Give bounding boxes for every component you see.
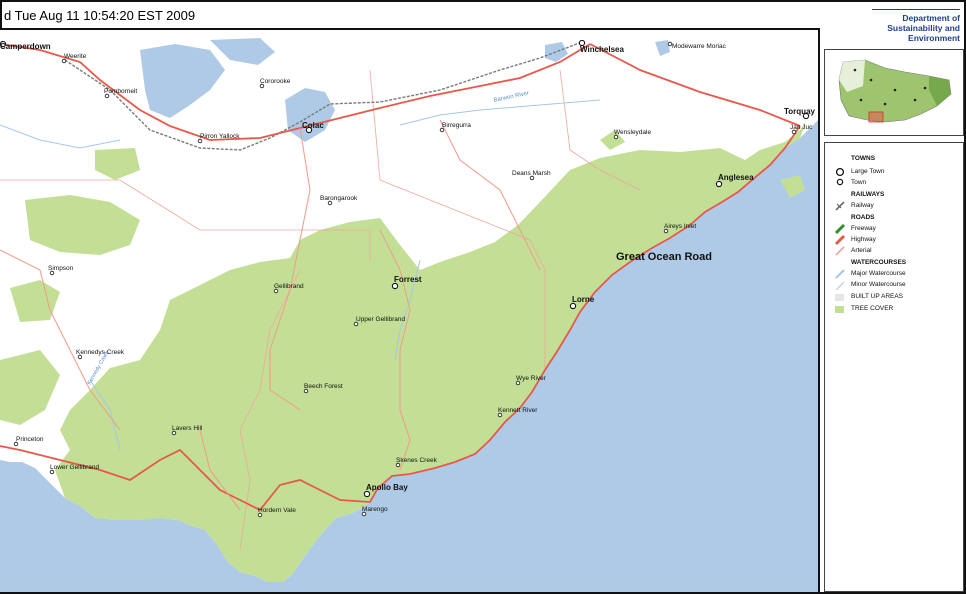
town-label-aireys-inlet: Aireys Inlet	[664, 223, 696, 230]
locator-inset-map	[824, 49, 964, 136]
legend-tree-cover-swatch	[835, 306, 844, 313]
map-canvas[interactable]: Camperdown Weerite Winchelsea Modewarre …	[0, 30, 818, 592]
town-label-forrest: Forrest	[394, 275, 422, 284]
town-label-colac: Colac	[302, 121, 324, 130]
logo-line-2: Sustainability and	[887, 23, 960, 33]
legend-town: Town	[851, 179, 867, 186]
town-label-cororooke: Cororooke	[260, 78, 291, 85]
legend-major-watercourse: Major Watercourse	[851, 270, 906, 277]
map-panel[interactable]: Camperdown Weerite Winchelsea Modewarre …	[0, 28, 820, 592]
town-label-hordern-vale: Hordern Vale	[258, 507, 296, 514]
legend-built-up-swatch	[835, 294, 844, 301]
town-label-princeton: Princeton	[16, 436, 44, 443]
legend-roads-heading: ROADS	[851, 214, 875, 221]
town-label-pomborneit: Pomborneit	[104, 88, 137, 95]
legend-towns-heading: TOWNS	[851, 155, 876, 162]
town-label-lower-gellibrand: Lower Gellibrand	[50, 464, 100, 471]
legend-arterial: Arterial	[851, 247, 872, 254]
barwon-river-label: Barwon River	[493, 91, 529, 104]
legend-railway-icon	[835, 201, 845, 211]
town-label-torquay: Torquay	[784, 107, 816, 116]
legend-tree-cover: TREE COVER	[851, 305, 894, 312]
town-label-jan-juc: Jan Juc	[790, 124, 813, 131]
town-label-skenes-creek: Skenes Creek	[396, 457, 438, 464]
town-label-weerite: Weerite	[64, 53, 87, 60]
town-marker-lorne	[569, 302, 577, 310]
town-label-lavers-hill: Lavers Hill	[172, 425, 203, 432]
town-label-camperdown: Camperdown	[0, 42, 51, 51]
town-label-pirron-yallock: Pirron Yallock	[200, 133, 240, 140]
department-logo: Department of Sustainability and Environ…	[872, 9, 960, 43]
town-marker-apollo-bay	[363, 490, 371, 498]
frame-top	[0, 0, 966, 2]
map-legend: TOWNS Large Town Town RAILWAYS Railway R…	[824, 142, 964, 592]
town-label-barongarook: Barongarook	[320, 195, 358, 202]
town-label-marengo: Marengo	[362, 506, 388, 513]
town-label-wensleydale: Wensleydale	[614, 129, 651, 136]
town-marker-forrest	[391, 282, 399, 290]
town-label-kennedys-creek: Kennedys Creek	[76, 349, 125, 356]
town-label-simpson: Simpson	[48, 265, 74, 272]
legend-large-town: Large Town	[851, 168, 885, 175]
logo-line-3: Environment	[908, 33, 960, 43]
logo-line-1: Department of	[902, 13, 960, 23]
legend-town-icons	[835, 167, 845, 186]
town-label-anglesea: Anglesea	[718, 173, 754, 182]
town-label-winchelsea: Winchelsea	[580, 45, 624, 54]
legend-watercourse-icons	[835, 269, 845, 291]
victoria-locator-map	[825, 50, 963, 135]
town-label-deans-marsh: Deans Marsh	[512, 170, 551, 177]
highway-surfcoast	[589, 43, 801, 127]
legend-railways-heading: RAILWAYS	[851, 191, 885, 198]
legend-railway: Railway	[851, 202, 874, 209]
print-timestamp: d Tue Aug 11 10:54:20 EST 2009	[4, 8, 196, 23]
town-label-birregurra: Birregurra	[442, 122, 471, 129]
town-label-kennett-river: Kennett River	[498, 407, 538, 414]
town-marker-anglesea	[715, 180, 723, 188]
legend-minor-watercourse: Minor Watercourse	[851, 281, 906, 288]
legend-built-up: BUILT UP AREAS	[851, 293, 904, 300]
legend-road-icons	[835, 224, 846, 256]
legend-highway: Highway	[851, 236, 876, 243]
town-label-beech-forest: Beech Forest	[304, 383, 343, 390]
great-ocean-road-label: Great Ocean Road	[616, 251, 712, 263]
town-label-modewarre: Modewarre Moriac	[672, 43, 727, 50]
town-label-gellibrand: Gellibrand	[274, 283, 304, 290]
town-label-apollo-bay: Apollo Bay	[366, 483, 408, 492]
town-label-wye-river: Wye River	[516, 375, 547, 382]
town-label-lorne: Lorne	[572, 295, 595, 304]
town-label-upper-gellibrand: Upper Gellibrand	[356, 316, 406, 323]
legend-watercourses-heading: WATERCOURSES	[851, 259, 907, 266]
legend-freeway: Freeway	[851, 225, 876, 232]
